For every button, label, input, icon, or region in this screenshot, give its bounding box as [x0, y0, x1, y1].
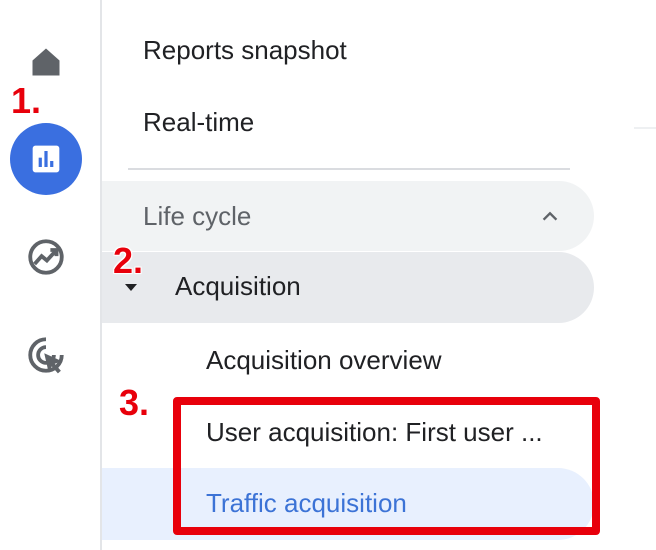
left-rail: 1. 2. 3.: [0, 0, 149, 550]
explore-icon[interactable]: [25, 236, 67, 278]
nav-group-acquisition[interactable]: Acquisition: [102, 252, 594, 323]
advertising-icon[interactable]: [25, 334, 67, 376]
divider: [128, 168, 570, 170]
step-3-label: 3.: [119, 382, 150, 423]
section-life-cycle[interactable]: Life cycle: [102, 181, 594, 251]
nav-reports-snapshot[interactable]: Reports snapshot: [143, 35, 347, 66]
step-2-label: 2.: [113, 240, 144, 281]
nav-realtime[interactable]: Real-time: [143, 107, 254, 138]
home-icon[interactable]: [28, 44, 64, 80]
section-life-cycle-label: Life cycle: [143, 201, 252, 231]
bar-chart-icon: [32, 145, 60, 173]
divider-faint: [634, 127, 656, 129]
reports-nav-button[interactable]: [10, 123, 82, 195]
nav-group-acquisition-label: Acquisition: [175, 271, 301, 301]
nav-acquisition-overview[interactable]: Acquisition overview: [206, 345, 442, 376]
caret-down-icon: [125, 284, 137, 291]
reports-nav: Reports snapshot Real-time Life cycle Ac…: [102, 0, 656, 550]
annotation-highlight-box: [173, 397, 600, 535]
chevron-up-icon[interactable]: [538, 205, 562, 227]
step-1-label: 1.: [11, 80, 42, 121]
